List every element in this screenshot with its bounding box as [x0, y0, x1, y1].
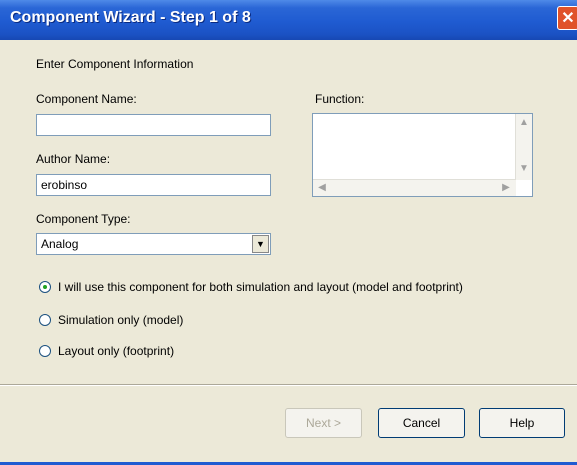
component-type-label: Component Type: — [36, 212, 131, 226]
radio-button-checked[interactable] — [39, 281, 51, 293]
scroll-right-icon[interactable]: ▶ — [499, 181, 513, 195]
function-vertical-scrollbar[interactable]: ▲ ▼ — [515, 114, 532, 180]
function-horizontal-scrollbar[interactable]: ◀ ▶ — [313, 179, 516, 196]
function-label: Function: — [315, 92, 365, 106]
component-name-input[interactable] — [36, 114, 271, 136]
radio-simulation-label: Simulation only (model) — [58, 313, 184, 327]
instruction-text: Enter Component Information — [36, 57, 194, 71]
help-button[interactable]: Help — [479, 408, 565, 438]
close-icon: ✕ — [561, 10, 575, 27]
radio-button[interactable] — [39, 345, 51, 357]
component-type-select[interactable]: Analog ▼ — [36, 233, 271, 255]
separator — [0, 384, 577, 386]
component-type-value: Analog — [41, 237, 79, 251]
radio-button[interactable] — [39, 314, 51, 326]
author-name-input[interactable] — [36, 174, 271, 196]
component-name-label: Component Name: — [36, 92, 137, 106]
component-wizard-dialog: Component Wizard - Step 1 of 8 ✕ Enter C… — [0, 0, 577, 465]
next-button[interactable]: Next > — [285, 408, 362, 438]
title-bar[interactable]: Component Wizard - Step 1 of 8 ✕ — [0, 0, 577, 40]
close-button[interactable]: ✕ — [557, 6, 577, 30]
radio-both-label: I will use this component for both simul… — [58, 280, 463, 294]
scroll-up-icon[interactable]: ▲ — [517, 116, 531, 130]
scroll-left-icon[interactable]: ◀ — [315, 181, 329, 195]
scroll-down-icon[interactable]: ▼ — [517, 162, 531, 176]
function-textarea[interactable]: ▲ ▼ ◀ ▶ — [312, 113, 533, 197]
author-name-label: Author Name: — [36, 152, 111, 166]
window-title: Component Wizard - Step 1 of 8 — [10, 9, 251, 26]
radio-layout-label: Layout only (footprint) — [58, 344, 175, 358]
cancel-button[interactable]: Cancel — [378, 408, 465, 438]
chevron-down-icon[interactable]: ▼ — [252, 235, 269, 253]
